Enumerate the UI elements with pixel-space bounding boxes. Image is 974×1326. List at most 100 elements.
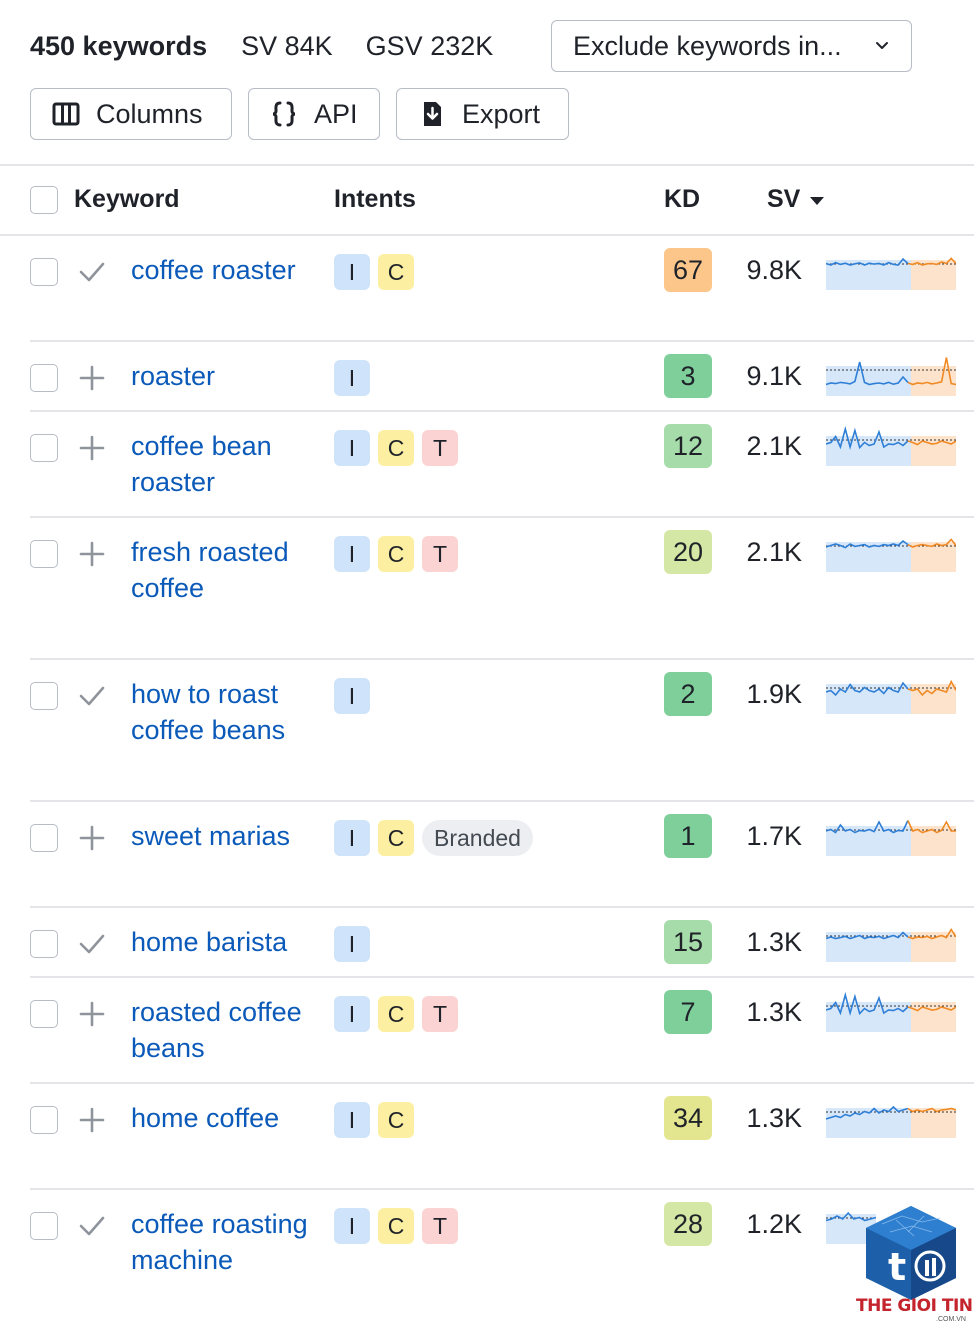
keyword-link[interactable]: roasted coffee beans [131,994,316,1066]
keyword-link[interactable]: fresh roasted coffee [131,534,316,606]
keyword-link[interactable]: how to roast coffee beans [131,676,316,748]
chevron-down-icon [876,42,888,49]
keyword-link[interactable]: roaster [131,358,316,394]
intent-badge: T [422,430,458,466]
intent-badge: I [334,996,370,1032]
intent-badge: T [422,1208,458,1244]
table-row: roaster I 3 9.1K [0,342,974,412]
keyword-difficulty-badge: 15 [664,920,712,964]
keyword-difficulty-badge: 67 [664,248,712,292]
sparkline-recent-area [911,436,956,466]
svg-text:t: t [888,1245,906,1289]
search-volume-trend-sparkline [826,357,956,396]
row-checkbox[interactable] [30,930,58,958]
search-volume-value: 9.8K [746,255,802,285]
intent-badge: I [334,678,370,714]
search-volume-value: 2.1K [746,537,802,567]
row-checkbox[interactable] [30,258,58,286]
keyword-link[interactable]: coffee roasting machine [131,1206,316,1278]
check-icon[interactable] [78,682,106,710]
search-volume-trend-sparkline [826,1105,956,1138]
columns-button[interactable]: Columns [30,88,232,140]
table-header: Keyword Intents KD SV [0,166,974,234]
intent-badge: I [334,820,370,856]
column-header-keyword[interactable]: Keyword [74,185,180,214]
keyword-difficulty-badge: 12 [664,424,712,468]
intent-badges: ICT [334,536,458,572]
search-volume-trend-sparkline [826,538,956,572]
intent-badge: I [334,360,370,396]
intent-badges: IC [334,1102,414,1138]
table-row: home coffee I C 34 1.3K [0,1084,974,1190]
select-all-checkbox[interactable] [30,186,58,214]
intent-badges: I [334,926,370,962]
table-row: coffee roaster I C 67 9.8K [0,236,974,342]
braces-icon [272,101,296,127]
intent-badge: C [378,254,414,290]
intent-badge: I [334,430,370,466]
intent-badge: I [334,536,370,572]
global-search-volume-total: GSV 232K [365,30,494,61]
row-checkbox[interactable] [30,824,58,852]
plus-icon[interactable] [78,1000,106,1028]
column-header-intents: Intents [334,185,416,213]
column-header-kd[interactable]: KD [664,185,700,214]
search-volume-trend-sparkline [826,679,956,714]
row-checkbox[interactable] [30,682,58,710]
intent-badges: I C Branded [334,820,533,856]
intent-badges: ICT [334,430,458,466]
search-volume-total: SV 84K [241,30,333,61]
search-volume-value: 1.3K [746,1103,802,1133]
check-icon[interactable] [78,930,106,958]
row-checkbox[interactable] [30,1106,58,1134]
check-icon[interactable] [78,258,106,286]
intent-badge: I [334,1102,370,1138]
table-row: coffee roasting machine I C T 28 1.2K [0,1190,974,1326]
row-checkbox[interactable] [30,1000,58,1028]
keyword-link[interactable]: coffee bean roaster [131,428,316,500]
table-row: coffee bean roaster I C T 12 2.1K [0,412,974,518]
intent-badge: C [378,820,414,856]
plus-icon[interactable] [78,1106,106,1134]
row-checkbox[interactable] [30,364,58,392]
row-checkbox[interactable] [30,540,58,568]
intent-badge: C [378,1102,414,1138]
keyword-link[interactable]: coffee roaster [131,252,316,288]
keyword-link[interactable]: home barista [131,924,316,960]
keyword-difficulty-badge: 34 [664,1096,712,1140]
watermark-brand-part1: THE GIOI [856,1296,937,1316]
keyword-link[interactable]: home coffee [131,1100,316,1136]
row-checkbox[interactable] [30,1212,58,1240]
search-volume-value: 1.3K [746,997,802,1027]
table-row: home barista I 15 1.3K [0,908,974,978]
intent-badge: T [422,536,458,572]
api-button[interactable]: API [248,88,380,140]
plus-icon[interactable] [78,434,106,462]
plus-icon[interactable] [78,824,106,852]
check-icon[interactable] [78,1212,106,1240]
intent-badges: I [334,360,370,396]
intent-badge: C [378,430,414,466]
search-volume-trend-sparkline [826,257,956,290]
column-header-sv[interactable]: SV [767,185,800,214]
intent-badge: C [378,536,414,572]
download-icon [424,102,441,126]
keyword-difficulty-badge: 1 [664,814,712,858]
search-volume-value: 1.3K [746,927,802,957]
exclude-keywords-dropdown[interactable]: Exclude keywords in... [551,20,912,72]
intent-badges: I [334,678,370,714]
watermark-domain: .COM.VN [936,1316,966,1323]
intent-badge: C [378,996,414,1032]
sort-descending-icon[interactable] [810,197,824,205]
intent-badges: ICT [334,996,458,1032]
export-button[interactable]: Export [396,88,569,140]
api-button-label: API [314,98,358,129]
row-checkbox[interactable] [30,434,58,462]
plus-icon[interactable] [78,364,106,392]
branded-badge: Branded [422,820,533,856]
keyword-link[interactable]: sweet marias [131,818,316,854]
columns-button-label: Columns [96,98,203,129]
intent-badge: I [334,926,370,962]
plus-icon[interactable] [78,540,106,568]
intent-badges: IC [334,254,414,290]
